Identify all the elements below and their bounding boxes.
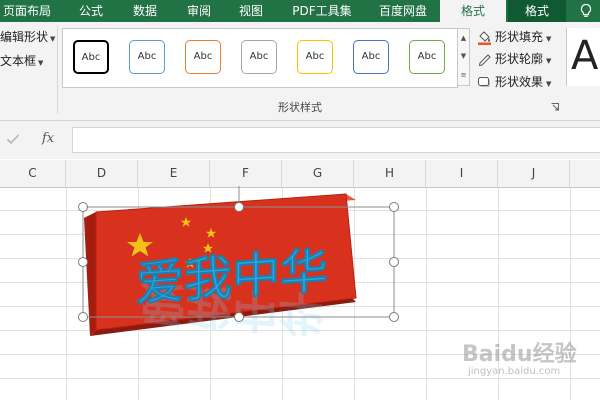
resize-handle[interactable] — [389, 202, 399, 212]
watermark-url: jingyan.baidu.com — [468, 366, 561, 377]
resize-handle[interactable] — [234, 312, 244, 322]
watermark-logo-text: Baidu经验 — [462, 342, 577, 367]
baidu-watermark: Baidu经验 jingyan.baidu.com — [462, 336, 592, 396]
resize-handle[interactable] — [78, 312, 88, 322]
resize-handle[interactable] — [389, 312, 399, 322]
resize-handle[interactable] — [234, 202, 244, 212]
resize-handle[interactable] — [78, 202, 88, 212]
resize-handle[interactable] — [389, 257, 399, 267]
resize-handle[interactable] — [78, 257, 88, 267]
